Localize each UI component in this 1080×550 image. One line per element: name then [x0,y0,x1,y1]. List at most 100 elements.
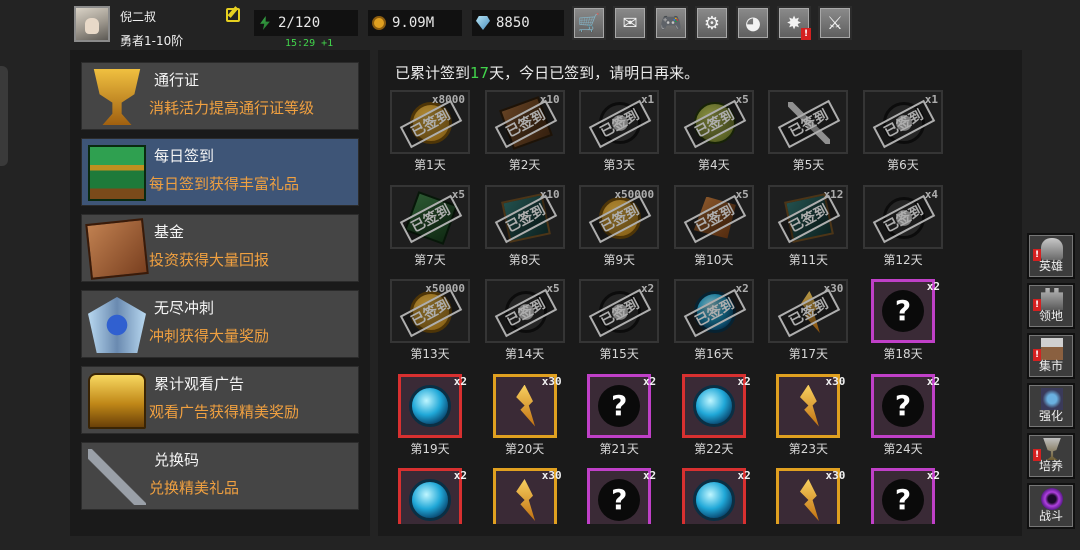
signin-day-cell[interactable]: 已签到 x4 第12天 [863,184,943,271]
day-label: 第20天 [504,441,545,456]
reward-quantity: x30 [825,469,846,482]
menu-item-0[interactable]: 通行证 消耗活力提高通行证等级 [81,62,359,130]
reward-quantity: x2 [735,282,749,295]
reward-quantity: x50000 [425,282,465,295]
player-rank: 勇者1-10阶 [120,34,184,48]
day-label: 第21天 [599,441,639,456]
side-button-1[interactable]: 领地! [1027,283,1075,329]
signin-day-cell[interactable]: x2 [674,468,754,524]
reward-quantity: x2 [640,282,655,295]
signin-day-cell[interactable]: 已签到 第5天 [768,90,849,176]
menu-item-title: 兑换码 [154,451,200,469]
side-button-label: 强化 [1038,409,1063,423]
signin-day-cell[interactable]: 已签到 x5 第14天 [484,279,565,365]
menu-item-description: 兑换精美礼品 [149,479,240,497]
menu-item-3[interactable]: 无尽冲刺 冲刺获得大量奖励 [81,290,359,358]
signin-day-cell[interactable]: x30 [485,468,565,524]
signin-day-cell[interactable]: 已签到 x8000 第1天 [390,90,470,176]
avatar[interactable] [74,6,110,42]
reward-slot: x2 [674,468,754,524]
mail-button[interactable]: ✉ [613,6,647,40]
left-edge-tab[interactable] [0,66,8,166]
signin-day-cell[interactable]: 已签到 x2 第15天 [579,279,660,365]
signin-day-cell[interactable]: x2 第22天 [674,373,754,460]
side-button-2[interactable]: 集市! [1027,333,1075,379]
day-label: 第15天 [599,347,639,361]
signin-day-cell[interactable]: 已签到 x12 第11天 [768,184,849,271]
signin-day-cell[interactable]: ? x2 第18天 [863,279,943,365]
signin-day-cell[interactable]: 已签到 x5 第4天 [673,90,754,176]
signin-day-cell[interactable]: x2 [390,468,470,524]
day-label: 第17天 [788,347,829,361]
reward-quantity: x5 [546,282,560,295]
menu-item-2[interactable]: 基金 投资获得大量回报 [81,214,359,282]
cyan-orb-icon [692,384,735,427]
side-button-4[interactable]: 培养! [1027,433,1075,479]
day-label: 第2天 [508,158,541,172]
signin-day-cell[interactable]: 已签到 x2 第16天 [673,279,754,365]
color-wheel-icon: ◕ [745,12,761,34]
crossed-swords-button[interactable]: ⚔ [818,6,852,40]
reward-quantity: x30 [541,374,562,388]
reward-frame [398,373,462,438]
reward-slot: 已签到 x10 [484,90,565,154]
day-label: 第11天 [788,252,829,267]
reward-frame: ? [871,279,935,343]
reward-slot: x2 [674,373,754,438]
cart-button[interactable]: 🛒 [572,6,606,40]
signin-day-cell[interactable]: x2 第19天 [390,373,470,460]
reward-frame: ? [587,468,652,524]
day-label: 第12天 [883,252,923,267]
top-bar: 倪二叔 勇者1-10阶 2/120 15:29 +1 9.09M 8850 🛒 ✉… [0,0,1080,50]
alert-badge: ! [1033,449,1041,461]
gear-button[interactable]: ⚙ [695,6,729,40]
signin-day-cell[interactable]: 已签到 x1 第6天 [863,90,943,176]
signin-prefix: 已累计签到 [395,64,471,82]
signin-day-cell[interactable]: x30 第20天 [485,373,565,460]
menu-item-description: 观看广告获得精美奖励 [149,403,300,421]
firework-icon: ✸ [786,12,802,34]
side-button-3[interactable]: 强化 [1027,383,1075,429]
menu-item-4[interactable]: 累计观看广告 观看广告获得精美奖励 [81,366,359,434]
signin-day-cell[interactable]: ? x2 [579,468,659,524]
gem-value: 8850 [496,15,530,31]
question-mark-icon: ? [882,479,924,521]
reward-quantity: x2 [453,374,467,388]
signin-day-cell[interactable]: 已签到 x5 第7天 [390,184,470,271]
reward-quantity: x2 [737,469,751,482]
signin-day-cell[interactable]: x30 [768,468,848,524]
color-wheel-button[interactable]: ◕ [736,6,770,40]
signin-day-cell[interactable]: 已签到 x1 第3天 [579,90,660,176]
signin-day-cell[interactable]: 已签到 x10 第8天 [484,184,565,271]
amber-shard-icon [799,384,819,427]
reward-slot: 已签到 x2 [673,279,754,343]
reward-slot: 已签到 x2 [579,279,660,343]
key-icon [88,449,146,505]
reward-quantity: x4 [924,187,938,201]
reward-frame: ? [587,373,652,438]
menu-item-5[interactable]: 兑换码兑换精美礼品 [81,442,359,510]
firework-button[interactable]: ✸! [777,6,811,40]
side-button-5[interactable]: 战斗 [1027,483,1075,529]
signin-day-cell[interactable]: 已签到 x5 第10天 [673,184,754,271]
signin-day-cell[interactable]: ? x2 [863,468,943,524]
reward-quantity: x5 [735,93,749,106]
energy-timer: 15:29 +1 [285,38,334,49]
gamepad-button[interactable]: 🎮 [654,6,688,40]
reward-frame: ? [871,373,935,438]
signin-day-cell[interactable]: 已签到 x50000 第13天 [390,279,470,365]
signin-day-count: 17 [470,64,490,82]
reward-quantity: x5 [451,187,465,201]
gem-counter: 8850 [472,10,564,36]
signin-day-cell[interactable]: ? x2 第24天 [863,373,943,460]
signin-day-cell[interactable]: 已签到 x30 第17天 [768,279,849,365]
menu-item-1[interactable]: 每日签到 每日签到获得丰富礼品 [81,138,359,206]
signin-day-cell[interactable]: ? x2 第21天 [579,373,659,460]
signin-day-cell[interactable]: 已签到 x50000 第9天 [579,184,660,271]
reward-quantity: x2 [737,374,751,388]
edit-name-icon[interactable] [226,8,240,22]
signin-day-cell[interactable]: x30 第23天 [768,373,848,460]
side-button-0[interactable]: 英雄! [1027,233,1075,279]
day-label: 第24天 [883,441,923,456]
signin-day-cell[interactable]: 已签到 x10 第2天 [484,90,565,176]
